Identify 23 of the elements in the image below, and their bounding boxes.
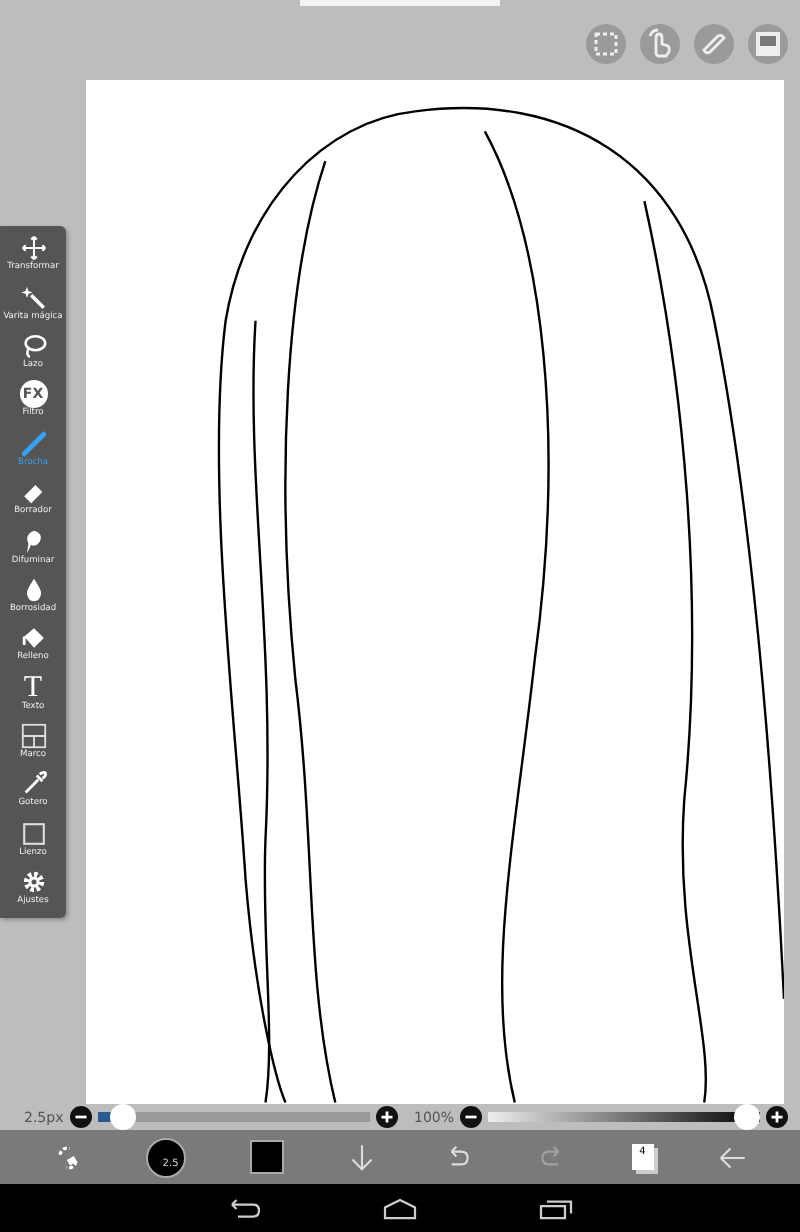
canvas-icon[interactable] <box>19 819 47 848</box>
settings-icon[interactable] <box>19 868 47 897</box>
lasso-icon[interactable] <box>19 331 47 360</box>
eyedropper-icon[interactable] <box>19 770 47 799</box>
magic-wand-icon[interactable] <box>19 283 47 312</box>
slider-track[interactable] <box>97 1104 370 1130</box>
slider-thumb[interactable] <box>734 1104 760 1130</box>
slider-thumb[interactable] <box>109 1104 136 1130</box>
plus-icon[interactable] <box>376 1106 398 1128</box>
frame-icon[interactable] <box>19 722 47 751</box>
brush-icon[interactable] <box>19 429 47 458</box>
paint-bucket-icon[interactable] <box>19 624 47 653</box>
image-icon[interactable] <box>748 24 788 64</box>
color-swatch[interactable] <box>249 1140 284 1174</box>
minus-icon[interactable] <box>460 1106 483 1128</box>
back-icon[interactable] <box>226 1197 262 1219</box>
slider-track[interactable] <box>488 1104 760 1130</box>
minus-icon[interactable] <box>69 1106 92 1128</box>
move-arrows-icon[interactable] <box>19 234 47 263</box>
plus-icon[interactable] <box>766 1106 788 1128</box>
recent-apps-icon[interactable] <box>538 1197 574 1219</box>
home-icon[interactable] <box>382 1197 418 1219</box>
text-tool-glyph: T <box>23 673 43 702</box>
